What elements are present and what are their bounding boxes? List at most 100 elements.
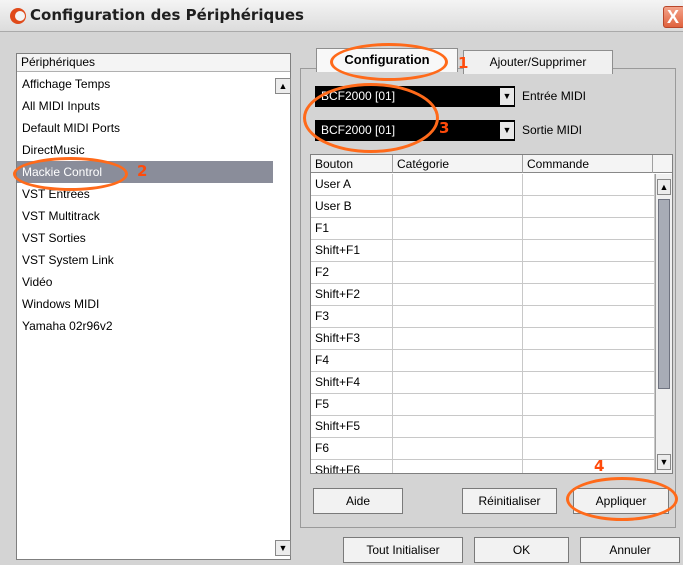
chevron-down-icon[interactable]: ▼	[500, 122, 514, 139]
device-list-panel: Périphériques Affichage Temps All MIDI I…	[16, 53, 291, 560]
midi-output-select[interactable]: BCF2000 [01] ▼	[315, 120, 515, 141]
list-item[interactable]: VST System Link	[17, 249, 273, 271]
table-row[interactable]: Shift+F2	[311, 284, 655, 306]
cell-categorie[interactable]	[393, 438, 523, 459]
cell-commande[interactable]	[523, 460, 655, 473]
list-item[interactable]: VST Multitrack	[17, 205, 273, 227]
cell-commande[interactable]	[523, 174, 655, 195]
cubase-logo-icon	[10, 8, 26, 24]
cell-commande[interactable]	[523, 284, 655, 305]
cell-commande[interactable]	[523, 218, 655, 239]
column-header-commande[interactable]: Commande	[523, 155, 653, 173]
cell-categorie[interactable]	[393, 218, 523, 239]
table-row[interactable]: F2	[311, 262, 655, 284]
device-list: Affichage Temps All MIDI Inputs Default …	[17, 73, 273, 337]
list-item[interactable]: Default MIDI Ports	[17, 117, 273, 139]
table-row[interactable]: Shift+F4	[311, 372, 655, 394]
list-item[interactable]: DirectMusic	[17, 139, 273, 161]
cell-commande[interactable]	[523, 416, 655, 437]
annotation-number: 1	[458, 54, 469, 72]
cell-commande[interactable]	[523, 196, 655, 217]
table-row[interactable]: User A	[311, 174, 655, 196]
column-header-bouton[interactable]: Bouton	[311, 155, 393, 173]
cell-categorie[interactable]	[393, 174, 523, 195]
arrow-down-icon[interactable]: ▼	[275, 540, 291, 556]
cell-categorie[interactable]	[393, 284, 523, 305]
table-row[interactable]: F4	[311, 350, 655, 372]
list-item[interactable]: VST Entrées	[17, 183, 273, 205]
midi-output-value: BCF2000 [01]	[321, 123, 396, 137]
cell-commande[interactable]	[523, 350, 655, 371]
cell-bouton: User B	[311, 196, 393, 217]
cell-bouton: Shift+F4	[311, 372, 393, 393]
close-button[interactable]: X	[663, 6, 683, 28]
cell-commande[interactable]	[523, 328, 655, 349]
title-bar: Configuration des Périphériques X	[0, 0, 683, 32]
reset-button[interactable]: Réinitialiser	[462, 488, 557, 514]
midi-input-label: Entrée MIDI	[522, 89, 587, 103]
chevron-down-icon[interactable]: ▼	[500, 88, 514, 105]
annotation-number: 2	[137, 162, 148, 180]
table-row[interactable]: F5	[311, 394, 655, 416]
table-row[interactable]: Shift+F3	[311, 328, 655, 350]
cell-categorie[interactable]	[393, 328, 523, 349]
tab-configuration[interactable]: Configuration	[316, 48, 458, 72]
cell-commande[interactable]	[523, 262, 655, 283]
cell-categorie[interactable]	[393, 350, 523, 371]
cell-bouton: F4	[311, 350, 393, 371]
cancel-button[interactable]: Annuler	[580, 537, 680, 563]
cell-bouton: User A	[311, 174, 393, 195]
cell-categorie[interactable]	[393, 262, 523, 283]
help-button[interactable]: Aide	[313, 488, 403, 514]
reset-all-button[interactable]: Tout Initialiser	[343, 537, 463, 563]
cell-commande[interactable]	[523, 306, 655, 327]
tab-ajouter-supprimer[interactable]: Ajouter/Supprimer	[463, 50, 613, 74]
ok-button[interactable]: OK	[474, 537, 569, 563]
cell-bouton: Shift+F5	[311, 416, 393, 437]
table-header: Bouton Catégorie Commande	[311, 155, 672, 173]
list-item[interactable]: Affichage Temps	[17, 73, 273, 95]
cell-categorie[interactable]	[393, 460, 523, 473]
cell-bouton: Shift+F3	[311, 328, 393, 349]
cell-commande[interactable]	[523, 240, 655, 261]
cell-bouton: F3	[311, 306, 393, 327]
cell-categorie[interactable]	[393, 240, 523, 261]
cell-bouton: F5	[311, 394, 393, 415]
annotation-number: 4	[594, 457, 605, 475]
device-list-header: Périphériques	[17, 54, 290, 72]
list-item[interactable]: All MIDI Inputs	[17, 95, 273, 117]
cell-bouton: Shift+F2	[311, 284, 393, 305]
scrollbar-thumb[interactable]	[658, 199, 670, 389]
cell-commande[interactable]	[523, 394, 655, 415]
arrow-up-icon[interactable]: ▲	[275, 78, 291, 94]
cell-categorie[interactable]	[393, 196, 523, 217]
list-item[interactable]: Vidéo	[17, 271, 273, 293]
cell-categorie[interactable]	[393, 394, 523, 415]
list-item[interactable]: VST Sorties	[17, 227, 273, 249]
cell-commande[interactable]	[523, 372, 655, 393]
column-header-categorie[interactable]: Catégorie	[393, 155, 523, 173]
list-item[interactable]: Windows MIDI	[17, 293, 273, 315]
table-row[interactable]: F3	[311, 306, 655, 328]
button-assignment-table: Bouton Catégorie Commande User A User B …	[310, 154, 673, 474]
cell-commande[interactable]	[523, 438, 655, 459]
cell-categorie[interactable]	[393, 306, 523, 327]
cell-bouton: F1	[311, 218, 393, 239]
table-row[interactable]: Shift+F1	[311, 240, 655, 262]
list-item[interactable]: Yamaha 02r96v2	[17, 315, 273, 337]
apply-button[interactable]: Appliquer	[573, 488, 669, 514]
close-icon: X	[667, 7, 680, 27]
cell-categorie[interactable]	[393, 372, 523, 393]
cell-categorie[interactable]	[393, 416, 523, 437]
midi-output-label: Sortie MIDI	[522, 123, 583, 137]
cell-bouton: Shift+F6	[311, 460, 393, 473]
cell-bouton: Shift+F1	[311, 240, 393, 261]
table-row[interactable]: F1	[311, 218, 655, 240]
arrow-down-icon[interactable]: ▼	[657, 454, 671, 470]
table-row[interactable]: User B	[311, 196, 655, 218]
cell-bouton: F2	[311, 262, 393, 283]
midi-input-select[interactable]: BCF2000 [01] ▼	[315, 86, 515, 107]
table-row[interactable]: Shift+F5	[311, 416, 655, 438]
arrow-up-icon[interactable]: ▲	[657, 179, 671, 195]
table-scrollbar[interactable]: ▲ ▼	[655, 174, 672, 473]
